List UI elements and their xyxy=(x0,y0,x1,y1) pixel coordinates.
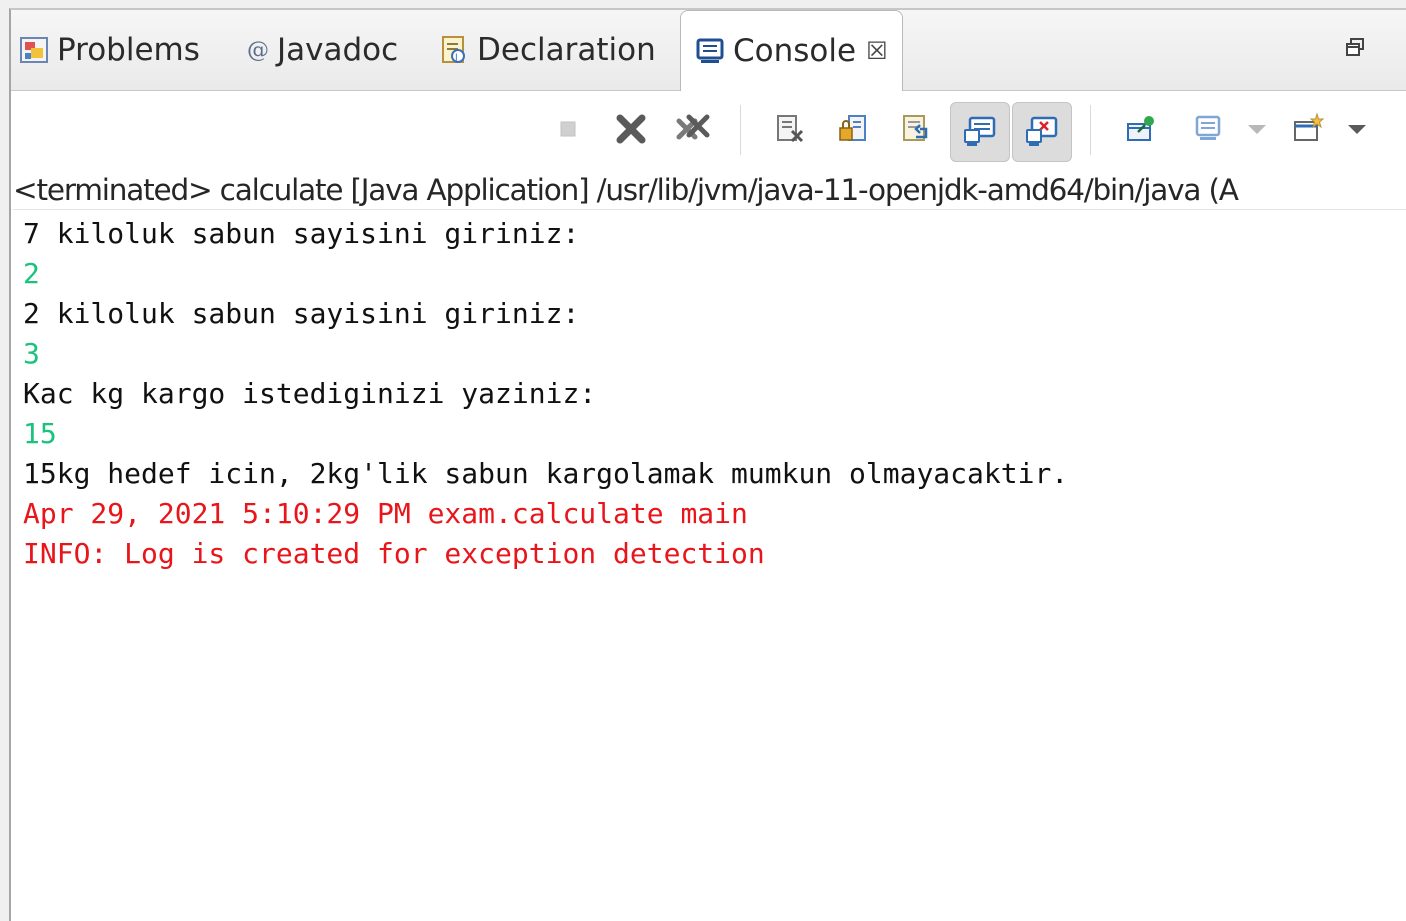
pin-console-icon[interactable] xyxy=(1119,107,1163,151)
console-line-stderr: INFO: Log is created for exception detec… xyxy=(23,537,765,570)
console-line-stdout: Kac kg kargo istediginizi yaziniz: xyxy=(23,377,597,410)
toolbar-separator xyxy=(740,105,741,155)
toolbar-separator xyxy=(1090,105,1091,155)
display-selected-console-icon[interactable] xyxy=(1186,107,1230,151)
console-view: Problems @ Javadoc J Declaration Console… xyxy=(9,8,1406,921)
close-icon[interactable]: ☒ xyxy=(866,37,888,65)
tab-declaration[interactable]: J Declaration xyxy=(439,10,656,90)
console-line-stdin: 2 xyxy=(23,257,40,290)
remove-all-terminated-icon[interactable] xyxy=(671,107,715,151)
console-line-stdout: 7 kiloluk sabun sayisini giriniz: xyxy=(23,217,580,250)
console-toolbar xyxy=(11,91,1406,171)
svg-text:J: J xyxy=(454,53,458,63)
terminate-icon[interactable] xyxy=(546,107,590,151)
open-console-icon[interactable] xyxy=(1286,107,1330,151)
console-line-stdin: 3 xyxy=(23,337,40,370)
restore-icon[interactable] xyxy=(1344,36,1366,58)
tab-javadoc[interactable]: @ Javadoc xyxy=(247,10,398,90)
console-line-stdout: 2 kiloluk sabun sayisini giriniz: xyxy=(23,297,580,330)
clear-console-icon[interactable] xyxy=(768,107,812,151)
view-tab-bar: Problems @ Javadoc J Declaration Console… xyxy=(11,10,1406,91)
console-output[interactable]: 7 kiloluk sabun sayisini giriniz: 2 2 kilo… xyxy=(23,214,1068,574)
tab-label: Problems xyxy=(57,32,200,68)
chevron-down-icon[interactable] xyxy=(1248,125,1266,134)
console-line-stderr: Apr 29, 2021 5:10:29 PM exam.calculate m… xyxy=(23,497,748,530)
tab-console[interactable]: Console ☒ xyxy=(680,10,903,91)
javadoc-icon: @ xyxy=(247,37,269,63)
problems-icon xyxy=(19,35,49,65)
show-on-stdout-icon[interactable] xyxy=(950,102,1010,162)
tab-problems[interactable]: Problems xyxy=(19,10,200,90)
console-icon xyxy=(695,36,725,66)
show-on-stderr-icon[interactable] xyxy=(1012,102,1072,162)
chevron-down-icon[interactable] xyxy=(1348,125,1366,134)
remove-launch-icon[interactable] xyxy=(609,107,653,151)
console-description: <terminated> calculate [Java Application… xyxy=(13,171,1406,210)
console-line-stdin: 15 xyxy=(23,417,57,450)
declaration-icon: J xyxy=(439,35,469,65)
tab-label: Javadoc xyxy=(277,32,399,68)
tab-label: Console xyxy=(733,33,857,69)
scroll-lock-icon[interactable] xyxy=(831,107,875,151)
tab-label: Declaration xyxy=(477,32,656,68)
console-line-stdout: 15kg hedef icin, 2kg'lik sabun kargolama… xyxy=(23,457,1069,490)
word-wrap-icon[interactable] xyxy=(894,107,938,151)
